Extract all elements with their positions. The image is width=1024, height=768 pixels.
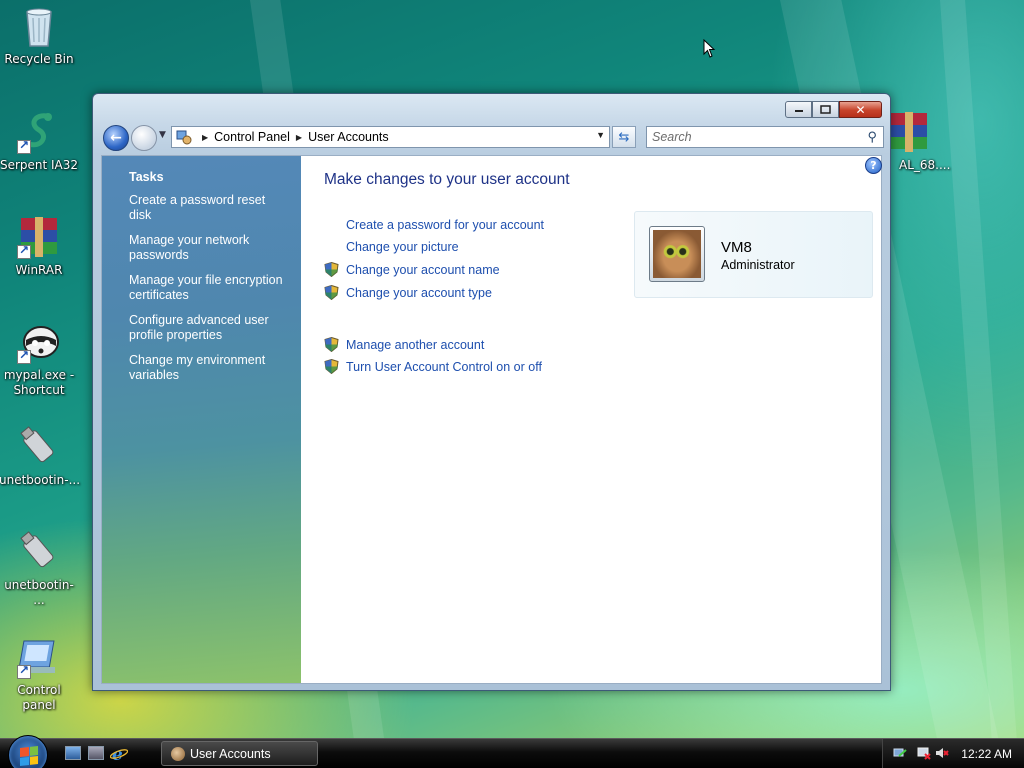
user-role: Administrator [721,258,795,272]
clock[interactable]: 12:22 AM [961,747,1012,761]
page-title: Make changes to your user account [324,171,570,188]
internet-explorer-icon[interactable]: e [110,745,128,762]
desktop-icon-unetbootin-1[interactable]: unetbootin-... [0,425,81,488]
recent-pages-dropdown-icon[interactable]: ▼ [159,130,166,140]
mypal-icon [17,320,61,364]
taskbar-button-label: User Accounts [190,746,271,761]
control-panel-icon [17,635,61,679]
link-label: Change your account type [346,285,492,300]
uac-shield-icon [324,337,339,352]
link-change-account-name[interactable]: Change your account name [324,262,500,277]
back-arrow-icon: ← [110,130,122,146]
maximize-icon [820,105,831,114]
refresh-icon: ⇆ [618,129,630,145]
close-button[interactable]: ✕ [839,101,882,118]
uac-shield-icon [324,262,339,277]
user-picture-cat [653,230,701,278]
usb-drive-icon [17,530,61,574]
network-tray-icon[interactable] [893,746,907,760]
link-change-account-type[interactable]: Change your account type [324,285,492,300]
recycle-bin-icon [17,4,61,48]
search-placeholder: Search [652,130,692,144]
link-toggle-user-account-control[interactable]: Turn User Account Control on or off [324,359,542,374]
forward-button[interactable] [131,125,157,151]
maximize-button[interactable] [812,101,839,118]
desktop-icon-label: unetbootin-... [0,473,81,487]
taskbar-button-user-accounts[interactable]: User Accounts [161,741,318,766]
minimize-icon [794,109,803,112]
tasks-pane: Tasks Create a password reset disk Manag… [102,156,301,683]
mouse-cursor-icon [703,39,716,58]
back-button[interactable]: ← [103,125,129,151]
shortcut-arrow-icon [17,663,31,679]
shortcut-arrow-icon [17,348,31,364]
shortcut-arrow-icon [17,138,31,154]
start-button[interactable] [8,735,48,768]
link-label: Create a password for your account [346,218,545,232]
connection-tray-icon[interactable] [917,746,931,760]
desktop-icon-label: unetbootin- ... [4,578,74,607]
desktop-icon-label: Control panel [17,683,61,712]
navigation-bar: ← ▼ ▶ Control Panel ▶ User Accounts ▼ ⇆ … [101,124,884,151]
user-account-card: VM8 Administrator [634,211,873,298]
windows-logo-icon [20,746,38,766]
shortcut-arrow-icon [17,243,31,259]
window-client-area: Tasks Create a password reset disk Manag… [101,155,882,684]
system-tray: 12:22 AM [882,739,1024,768]
address-bar[interactable]: ▶ Control Panel ▶ User Accounts ▼ [171,126,610,148]
switch-windows-icon[interactable] [88,746,104,760]
link-create-password[interactable]: Create a password for your account [346,218,544,232]
desktop-icon-control-panel[interactable]: Control panel [0,635,79,713]
search-input[interactable]: Search ⚲ [646,126,884,148]
minimize-button[interactable] [785,101,812,118]
user-name: VM8 [721,239,752,256]
help-button[interactable]: ? [865,157,882,174]
winrar-icon [17,215,61,259]
breadcrumb-separator-icon: ▶ [202,132,209,142]
desktop-icon-label: Serpent IA32 [0,158,79,172]
link-manage-another-account[interactable]: Manage another account [324,337,485,352]
task-create-password-reset-disk[interactable]: Create a password reset disk [129,193,289,223]
task-manage-network-passwords[interactable]: Manage your network passwords [129,233,289,263]
breadcrumb-control-panel[interactable]: Control Panel [214,130,290,144]
taskbar: e User Accounts 12:22 AM [0,735,1024,768]
address-dropdown-icon[interactable]: ▼ [596,130,605,140]
desktop-icon-recycle-bin[interactable]: Recycle Bin [0,4,79,67]
search-icon[interactable]: ⚲ [867,129,877,145]
desktop-icon-serpent[interactable]: Serpent IA32 [0,110,79,173]
task-change-environment-variables[interactable]: Change my environment variables [129,353,289,383]
desktop-icon-label: WinRAR [15,263,63,277]
desktop-icon-unetbootin-2[interactable]: unetbootin- ... [0,530,79,608]
uac-shield-icon [324,359,339,374]
link-label: Change your picture [346,240,459,254]
control-panel-breadcrumb-icon [176,130,192,145]
desktop-icon-winrar[interactable]: WinRAR [0,215,79,278]
caption-buttons: ✕ [785,101,882,118]
link-label: Turn User Account Control on or off [346,359,542,374]
winrar-archive-icon [887,110,931,154]
avatar[interactable] [649,226,705,282]
user-accounts-icon [171,747,185,761]
volume-muted-icon[interactable] [935,746,949,760]
link-change-picture[interactable]: Change your picture [346,240,459,254]
desktop-icon-mypal[interactable]: mypal.exe - Shortcut [0,320,79,398]
tasks-heading: Tasks [129,170,164,184]
breadcrumb-user-accounts[interactable]: User Accounts [308,130,389,144]
main-content: Make changes to your user account Create… [301,156,881,683]
link-label: Change your account name [346,262,500,277]
breadcrumb-separator-icon[interactable]: ▶ [296,133,302,142]
usb-drive-icon [17,425,61,469]
serpent-icon [17,110,61,154]
desktop-icon-label: mypal.exe - Shortcut [3,368,75,397]
uac-shield-icon [324,285,339,300]
show-desktop-icon[interactable] [65,746,81,760]
refresh-button[interactable]: ⇆ [612,126,636,148]
link-label: Manage another account [346,337,485,352]
task-configure-advanced-user-profile[interactable]: Configure advanced user profile properti… [129,313,289,343]
user-accounts-window: ✕ ← ▼ ▶ Control Panel ▶ User Accounts ▼ … [92,93,891,691]
task-manage-file-encryption-certificates[interactable]: Manage your file encryption certificates [129,273,289,303]
desktop-icon-label: Recycle Bin [4,52,74,66]
